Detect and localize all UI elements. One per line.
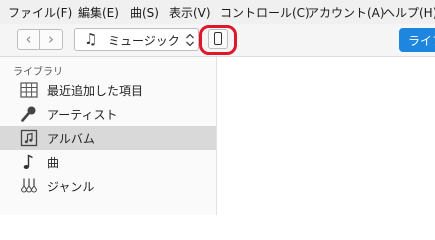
sidebar-item-label: アーティスト	[47, 108, 118, 122]
guitar-icon	[20, 178, 38, 193]
sidebar-section-title: ライブラリ	[13, 67, 63, 78]
album-icon	[20, 129, 38, 147]
media-type-select[interactable]: ♫ ミュージック	[74, 28, 199, 51]
back-button[interactable]: ‹	[17, 29, 40, 50]
menu-view[interactable]: 表示(V)	[169, 4, 211, 21]
menu-bar: ファイル(F) 編集(E) 曲(S) 表示(V) コントロール(C) アカウント…	[0, 0, 435, 24]
sidebar-item-artists[interactable]: アーティスト	[0, 102, 216, 126]
chevron-updown-icon	[186, 33, 194, 47]
menu-song[interactable]: 曲(S)	[130, 4, 159, 21]
sidebar-item-label: ジャンル	[47, 180, 95, 194]
microphone-icon	[21, 106, 36, 122]
sidebar-item-label: 曲	[47, 156, 60, 170]
sidebar-item-recently-added[interactable]: 最近追加した項目	[0, 78, 216, 102]
menu-help[interactable]: ヘルプ(H)	[383, 4, 435, 21]
chevron-left-icon: ‹	[25, 30, 32, 48]
media-type-label: ミュージック	[108, 34, 180, 48]
music-note-icon: ♫	[84, 30, 98, 48]
sidebar: ライブラリ 最近追加した項目 アーティスト アルバム 曲 ジャンル	[0, 57, 217, 215]
menu-edit[interactable]: 編集(E)	[78, 4, 119, 21]
music-note-icon	[23, 154, 33, 169]
chevron-right-icon: ›	[48, 30, 54, 48]
sidebar-item-albums[interactable]: アルバム	[0, 126, 216, 150]
grid-icon	[20, 82, 38, 98]
sidebar-item-genres[interactable]: ジャンル	[0, 174, 216, 198]
highlight-annotation	[199, 25, 237, 55]
sidebar-item-label: アルバム	[47, 132, 95, 146]
menu-account[interactable]: アカウント(A)	[307, 4, 385, 21]
forward-button[interactable]: ›	[40, 29, 63, 50]
sidebar-item-label: 最近追加した項目	[47, 84, 144, 98]
menu-control[interactable]: コントロール(C)	[220, 4, 310, 21]
sidebar-item-songs[interactable]: 曲	[0, 150, 216, 174]
library-button[interactable]: ライブラリ	[399, 28, 435, 52]
menu-file[interactable]: ファイル(F)	[8, 4, 72, 21]
main-content-area	[217, 57, 435, 215]
